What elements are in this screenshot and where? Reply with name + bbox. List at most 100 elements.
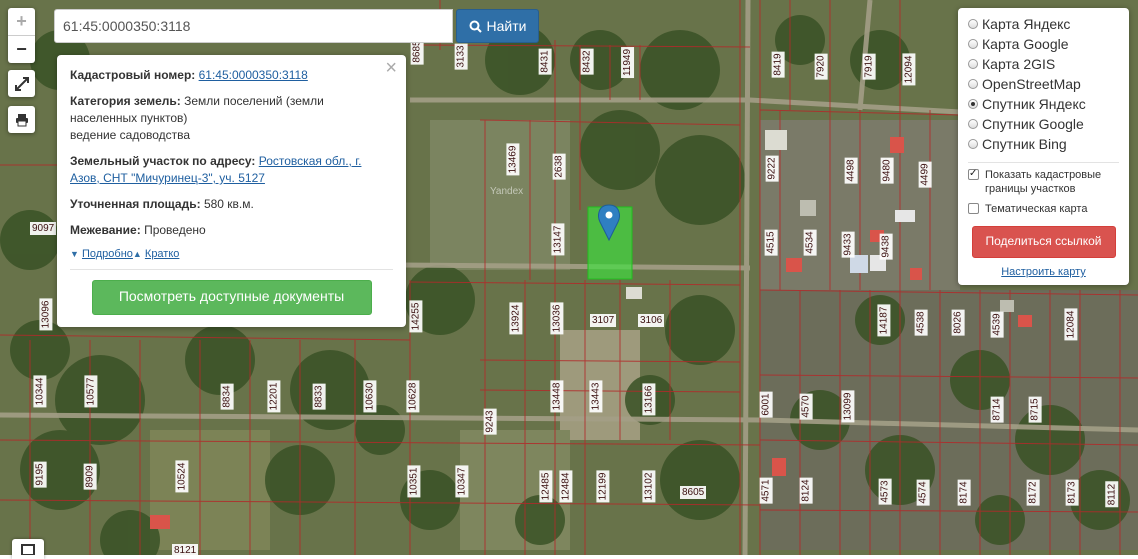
parcel-label: 13448 bbox=[550, 380, 564, 413]
parcel-label: 14187 bbox=[877, 304, 891, 337]
layer-option-yandex-map[interactable]: Карта Яндекс bbox=[968, 14, 1119, 34]
area-label: Уточненная площадь: bbox=[70, 197, 201, 211]
parcel-label: 8419 bbox=[771, 51, 785, 78]
radio-selected-icon[interactable] bbox=[968, 99, 978, 109]
zoom-control: + − bbox=[8, 8, 35, 63]
parcel-label: 12485 bbox=[539, 470, 553, 503]
parcel-label: 10351 bbox=[407, 465, 421, 498]
layer-option-bing-satellite[interactable]: Спутник Bing bbox=[968, 134, 1119, 154]
parcel-label: 10577 bbox=[84, 375, 98, 408]
address-label: Земельный участок по адресу: bbox=[70, 154, 256, 168]
details-less-link[interactable]: Кратко bbox=[145, 248, 180, 260]
share-link-button[interactable]: Поделиться ссылкой bbox=[971, 226, 1116, 258]
layer-option-label: Карта Яндекс bbox=[982, 16, 1071, 32]
layer-option-google-satellite[interactable]: Спутник Google bbox=[968, 114, 1119, 134]
layer-option-yandex-satellite[interactable]: Спутник Яндекс bbox=[968, 94, 1119, 114]
search-button[interactable]: Найти bbox=[456, 9, 539, 43]
layer-option-label: Спутник Яндекс bbox=[982, 96, 1086, 112]
details-more-link[interactable]: Подробно bbox=[82, 248, 133, 260]
zoom-in-button[interactable]: + bbox=[8, 8, 35, 36]
parcel-label: 8715 bbox=[1028, 396, 1042, 423]
parcel-label: 10630 bbox=[363, 380, 377, 413]
checkbox-icon[interactable] bbox=[968, 203, 979, 214]
parcel-label: 10524 bbox=[175, 460, 189, 493]
panel-icon bbox=[21, 544, 35, 556]
parcel-label: 6001 bbox=[759, 391, 773, 418]
parcel-label: 4570 bbox=[799, 393, 813, 420]
layer-option-label: Карта 2GIS bbox=[982, 56, 1056, 72]
parcel-label: 8026 bbox=[951, 309, 965, 336]
parcel-label: 10347 bbox=[455, 465, 469, 498]
parcel-label: 9243 bbox=[483, 408, 497, 435]
parcel-label: 8431 bbox=[538, 48, 552, 75]
zoom-out-button[interactable]: − bbox=[8, 36, 35, 63]
parcel-label: 9480 bbox=[880, 157, 894, 184]
parcel-label: 11949 bbox=[621, 46, 635, 79]
address-row: Земельный участок по адресу: Ростовская … bbox=[70, 153, 393, 187]
parcel-label: 8124 bbox=[799, 477, 813, 504]
parcel-label: 13166 bbox=[642, 383, 656, 416]
radio-icon[interactable] bbox=[968, 19, 978, 29]
layer-option-label: Спутник Bing bbox=[982, 136, 1067, 152]
parcel-label: 8834 bbox=[220, 383, 234, 410]
parcel-label: 8909 bbox=[83, 463, 97, 490]
parcel-label: 9195 bbox=[33, 461, 47, 488]
parcel-label: 12201 bbox=[267, 380, 281, 413]
radio-icon[interactable] bbox=[968, 79, 978, 89]
parcel-label: 2638 bbox=[552, 153, 566, 180]
parcel-label: 7919 bbox=[862, 53, 876, 80]
parcel-label: 8112 bbox=[1105, 481, 1119, 508]
radio-icon[interactable] bbox=[968, 39, 978, 49]
parcel-label: 8714 bbox=[990, 396, 1004, 423]
search-button-label: Найти bbox=[486, 18, 527, 34]
parcel-label: 4574 bbox=[916, 479, 930, 506]
parcel-label: 13036 bbox=[550, 302, 564, 335]
fullscreen-button[interactable] bbox=[8, 70, 35, 97]
cadastral-search-input[interactable] bbox=[54, 9, 453, 43]
parcel-label: 14255 bbox=[409, 300, 423, 333]
parcel-label: 3133 bbox=[454, 43, 468, 70]
thematic-map-toggle[interactable]: Тематическая карта bbox=[968, 202, 1119, 216]
show-borders-toggle[interactable]: Показать кадастровые границы участков bbox=[968, 167, 1119, 196]
parcel-label: 4538 bbox=[914, 309, 928, 336]
cadastral-number-link[interactable]: 61:45:0000350:3118 bbox=[199, 68, 308, 82]
parcel-label: 13099 bbox=[841, 390, 855, 423]
survey-label: Межевание: bbox=[70, 223, 141, 237]
parcel-label: 13096 bbox=[39, 298, 53, 331]
land-usage-value: ведение садоводства bbox=[70, 128, 191, 142]
parcel-label: 4499 bbox=[918, 161, 932, 188]
parcel-label: 8174 bbox=[957, 479, 971, 506]
cadastral-number-label: Кадастровый номер: bbox=[70, 68, 196, 82]
radio-icon[interactable] bbox=[968, 119, 978, 129]
caret-up-icon: ▲ bbox=[132, 249, 142, 259]
parcel-label: 13924 bbox=[509, 302, 523, 335]
expand-icon bbox=[14, 76, 29, 91]
survey-row: Межевание: Проведено bbox=[70, 222, 393, 239]
caret-down-icon: ▼ bbox=[70, 249, 79, 259]
parcel-label: 9438 bbox=[879, 233, 893, 260]
radio-icon[interactable] bbox=[968, 59, 978, 69]
parcel-label: 8172 bbox=[1026, 479, 1040, 506]
layer-option-label: Спутник Google bbox=[982, 116, 1084, 132]
layer-option-label: Карта Google bbox=[982, 36, 1069, 52]
radio-icon[interactable] bbox=[968, 139, 978, 149]
bottom-panel-toggle[interactable] bbox=[12, 539, 44, 559]
parcel-label: 8173 bbox=[1065, 479, 1079, 506]
print-button[interactable] bbox=[8, 106, 35, 133]
view-documents-button[interactable]: Посмотреть доступные документы bbox=[91, 280, 372, 315]
parcel-label: 8833 bbox=[312, 383, 326, 410]
land-category-row: Категория земель: Земли поселений (земли… bbox=[70, 93, 393, 144]
layer-option-openstreetmap[interactable]: OpenStreetMap bbox=[968, 74, 1119, 94]
area-row: Уточненная площадь: 580 кв.м. bbox=[70, 196, 393, 213]
configure-map-link[interactable]: Настроить карту bbox=[968, 266, 1119, 278]
close-icon[interactable]: × bbox=[385, 58, 397, 78]
cadastral-number-row: Кадастровый номер: 61:45:0000350:3118 bbox=[70, 67, 393, 84]
parcel-label: 9097 bbox=[30, 222, 57, 235]
parcel-label: 10628 bbox=[406, 380, 420, 413]
land-category-label: Категория земель: bbox=[70, 94, 181, 108]
layer-option-2gis-map[interactable]: Карта 2GIS bbox=[968, 54, 1119, 74]
layer-option-google-map[interactable]: Карта Google bbox=[968, 34, 1119, 54]
checkbox-checked-icon[interactable] bbox=[968, 167, 979, 181]
parcel-label: 12199 bbox=[596, 470, 610, 503]
parcel-label: 8432 bbox=[580, 48, 594, 75]
